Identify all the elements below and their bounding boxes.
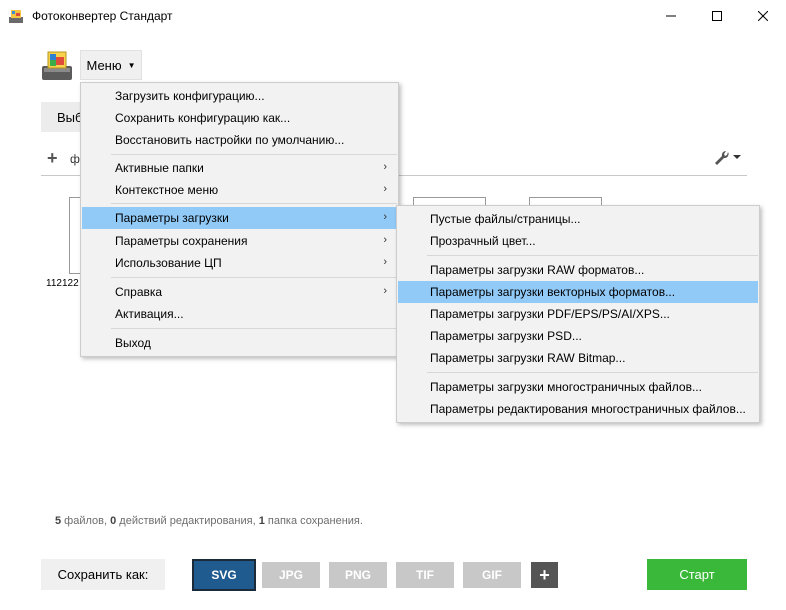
- submenu-item-multipage-edit[interactable]: Параметры редактирования многостраничных…: [398, 398, 758, 420]
- format-tif-button[interactable]: TIF: [396, 562, 454, 588]
- minimize-icon: [666, 15, 676, 17]
- menu-button[interactable]: Меню ▼: [80, 50, 142, 80]
- menu-separator: [111, 328, 397, 329]
- menu-item-label: Параметры загрузки RAW Bitmap...: [430, 351, 626, 365]
- menu-item-save-config[interactable]: Сохранить конфигурацию как...: [82, 107, 397, 129]
- app-icon: [9, 10, 23, 23]
- submenu-item-multipage-load[interactable]: Параметры загрузки многостраничных файло…: [398, 376, 758, 398]
- file-thumbnail[interactable]: [413, 197, 486, 205]
- submenu-item-raw-bitmap[interactable]: Параметры загрузки RAW Bitmap...: [398, 347, 758, 369]
- file-thumbnail[interactable]: [529, 197, 602, 205]
- close-icon: [758, 11, 768, 21]
- chevron-right-icon: ›: [383, 234, 387, 246]
- maximize-icon: [712, 11, 722, 21]
- menu-separator: [111, 203, 397, 204]
- format-gif-button[interactable]: GIF: [463, 562, 521, 588]
- menu-item-label: Справка: [115, 285, 163, 299]
- menu-item-label: Параметры сохранения: [115, 234, 248, 248]
- menu-item-label: Восстановить настройки по умолчанию...: [115, 133, 345, 147]
- submenu-item-psd[interactable]: Параметры загрузки PSD...: [398, 325, 758, 347]
- minimize-button[interactable]: [648, 0, 694, 32]
- menu-item-label: Пустые файлы/страницы...: [430, 212, 581, 226]
- add-format-button[interactable]: +: [531, 562, 558, 588]
- menu-item-load-config[interactable]: Загрузить конфигурацию...: [82, 85, 397, 107]
- chevron-right-icon: ›: [383, 285, 387, 297]
- menu-button-label: Меню: [86, 57, 122, 73]
- format-svg-button[interactable]: SVG: [192, 559, 256, 591]
- chevron-right-icon: ›: [383, 161, 387, 173]
- menu-separator: [427, 255, 758, 256]
- status-fragment: действий редактирования,: [116, 515, 259, 527]
- menu-item-activation[interactable]: Активация...: [82, 303, 397, 325]
- close-button[interactable]: [740, 0, 786, 32]
- menu-item-active-folders[interactable]: Активные папки ›: [82, 157, 397, 179]
- window-title: Фотоконвертер Стандарт: [32, 9, 173, 23]
- menu-item-label: Параметры загрузки многостраничных файло…: [430, 380, 702, 394]
- thumbnail-caption: 112122: [46, 278, 79, 289]
- status-fragment: папка сохранения.: [264, 515, 363, 527]
- menu-item-label: Выход: [115, 336, 151, 350]
- format-jpg-button[interactable]: JPG: [262, 562, 320, 588]
- submenu-item-raw[interactable]: Параметры загрузки RAW форматов...: [398, 259, 758, 281]
- menu-item-label: Параметры загрузки векторных форматов...: [430, 285, 676, 299]
- main-menu: Загрузить конфигурацию... Сохранить конф…: [80, 82, 399, 357]
- app-logo-icon: [42, 51, 72, 80]
- format-png-button[interactable]: PNG: [329, 562, 387, 588]
- menu-item-label: Параметры загрузки PSD...: [430, 329, 582, 343]
- menu-item-label: Параметры редактирования многостраничных…: [430, 402, 746, 416]
- menu-item-load-params[interactable]: Параметры загрузки ›: [82, 207, 397, 229]
- menu-item-label: Параметры загрузки PDF/EPS/PS/AI/XPS...: [430, 307, 670, 321]
- menu-item-cpu-usage[interactable]: Использование ЦП ›: [82, 252, 397, 274]
- menu-item-help[interactable]: Справка ›: [82, 281, 397, 303]
- submenu-item-vector[interactable]: Параметры загрузки векторных форматов...: [398, 281, 758, 303]
- submenu-item-transparent-color[interactable]: Прозрачный цвет...: [398, 230, 758, 252]
- menu-item-restore-defaults[interactable]: Восстановить настройки по умолчанию...: [82, 129, 397, 151]
- menu-item-label: Активация...: [115, 307, 184, 321]
- start-button[interactable]: Старт: [647, 559, 747, 590]
- chevron-right-icon: ›: [383, 256, 387, 268]
- menu-item-save-params[interactable]: Параметры сохранения ›: [82, 230, 397, 252]
- menu-item-context-menu[interactable]: Контекстное меню ›: [82, 179, 397, 201]
- menu-item-label: Параметры загрузки RAW форматов...: [430, 263, 645, 277]
- menu-separator: [427, 372, 758, 373]
- chevron-right-icon: ›: [383, 211, 387, 223]
- add-files-label: ф: [70, 152, 80, 166]
- menu-item-label: Контекстное меню: [115, 183, 219, 197]
- chevron-down-icon: ▼: [127, 60, 136, 70]
- add-icon[interactable]: +: [47, 148, 58, 169]
- menu-item-label: Использование ЦП: [115, 256, 222, 270]
- submenu-item-pdf[interactable]: Параметры загрузки PDF/EPS/PS/AI/XPS...: [398, 303, 758, 325]
- menu-item-label: Параметры загрузки: [115, 211, 229, 225]
- maximize-button[interactable]: [694, 0, 740, 32]
- menu-item-label: Сохранить конфигурацию как...: [115, 111, 291, 125]
- menu-separator: [111, 154, 397, 155]
- menu-separator: [111, 277, 397, 278]
- save-as-label: Сохранить как:: [41, 559, 165, 590]
- submenu-item-empty-files[interactable]: Пустые файлы/страницы...: [398, 208, 758, 230]
- load-params-submenu: Пустые файлы/страницы... Прозрачный цвет…: [396, 205, 760, 423]
- status-text: 5 файлов, 0 действий редактирования, 1 п…: [55, 515, 363, 527]
- menu-item-exit[interactable]: Выход: [82, 332, 397, 354]
- status-fragment: файлов,: [61, 515, 111, 527]
- menu-item-label: Прозрачный цвет...: [430, 234, 536, 248]
- wrench-icon[interactable]: [712, 148, 742, 166]
- menu-item-label: Загрузить конфигурацию...: [115, 89, 265, 103]
- chevron-right-icon: ›: [383, 183, 387, 195]
- menu-item-label: Активные папки: [115, 161, 204, 175]
